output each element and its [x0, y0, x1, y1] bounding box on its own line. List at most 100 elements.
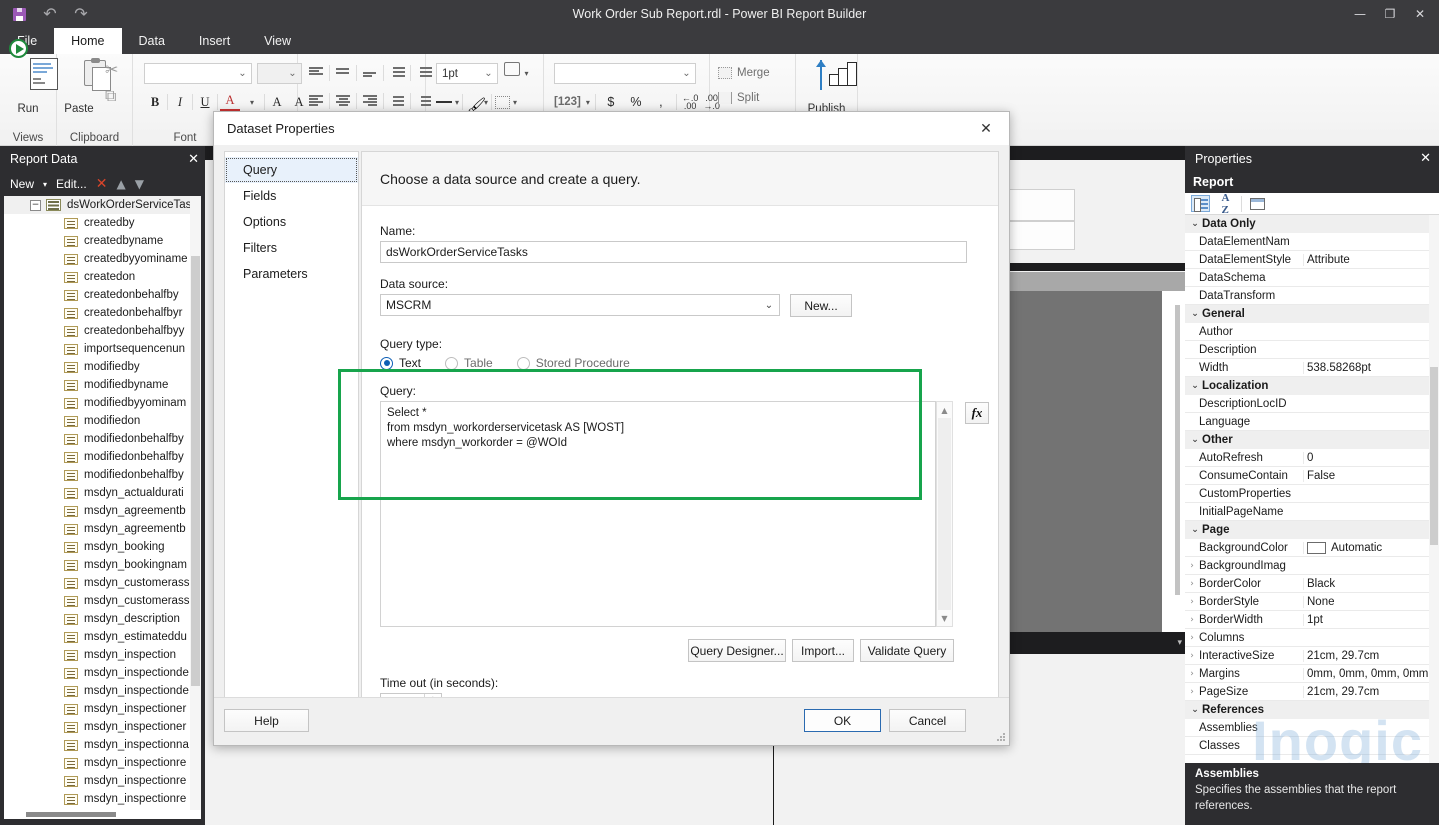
radio-table[interactable]: Table: [445, 356, 493, 370]
property-row[interactable]: DataSchema: [1185, 269, 1439, 287]
chevron-down-icon[interactable]: ▾: [242, 92, 262, 112]
tab-data[interactable]: Data: [122, 28, 182, 54]
close-icon[interactable]: ✕: [188, 152, 199, 167]
tab-view[interactable]: View: [247, 28, 308, 54]
ok-button[interactable]: OK: [804, 709, 881, 732]
close-button[interactable]: ✕: [1405, 0, 1435, 28]
field-item[interactable]: msdyn_inspectionde: [4, 664, 201, 682]
nav-item-filters[interactable]: Filters: [225, 235, 358, 261]
increase-decimal-button[interactable]: ←.0.00: [682, 94, 699, 111]
property-row[interactable]: › BorderStyle None: [1185, 593, 1439, 611]
close-icon[interactable]: ✕: [1420, 151, 1431, 166]
chevron-right-icon[interactable]: ›: [1185, 669, 1199, 679]
property-value[interactable]: 0mm, 0mm, 0mm, 0mm: [1303, 667, 1439, 680]
property-row[interactable]: CustomProperties: [1185, 485, 1439, 503]
property-row[interactable]: BackgroundColor Automatic: [1185, 539, 1439, 557]
field-item[interactable]: modifiedonbehalfby: [4, 448, 201, 466]
property-row[interactable]: Width 538.58268pt: [1185, 359, 1439, 377]
field-item[interactable]: msdyn_description: [4, 610, 201, 628]
field-item[interactable]: createdonbehalfby: [4, 286, 201, 304]
restore-button[interactable]: ❐: [1375, 0, 1405, 28]
publish-button[interactable]: Publish: [796, 58, 857, 115]
property-row[interactable]: › Columns: [1185, 629, 1439, 647]
new-datasource-button[interactable]: New...: [790, 294, 852, 317]
align-left-icon[interactable]: [306, 92, 326, 110]
property-row[interactable]: Author: [1185, 323, 1439, 341]
property-value[interactable]: Black: [1303, 577, 1439, 590]
align-center-icon[interactable]: [333, 92, 353, 110]
property-group-header[interactable]: ⌄ Data Only: [1185, 215, 1439, 233]
scroll-up-icon[interactable]: ▲: [937, 402, 952, 418]
field-item[interactable]: createdonbehalfbyr: [4, 304, 201, 322]
property-row[interactable]: DataElementStyle Attribute: [1185, 251, 1439, 269]
property-value[interactable]: 21cm, 29.7cm: [1303, 685, 1439, 698]
move-up-icon[interactable]: ▲: [116, 177, 125, 191]
field-item[interactable]: modifiedbyyominam: [4, 394, 201, 412]
property-group-header[interactable]: ⌄ Page: [1185, 521, 1439, 539]
property-value[interactable]: 1pt: [1303, 613, 1439, 626]
property-row[interactable]: ConsumeContain False: [1185, 467, 1439, 485]
property-row[interactable]: › BorderColor Black: [1185, 575, 1439, 593]
percent-button[interactable]: %: [626, 92, 646, 112]
field-item[interactable]: msdyn_inspectionre: [4, 754, 201, 772]
field-item[interactable]: modifiedonbehalfby: [4, 430, 201, 448]
field-item[interactable]: msdyn_agreementb: [4, 502, 201, 520]
dialog-close-icon[interactable]: ✕: [969, 114, 1003, 144]
scroll-thumb[interactable]: [191, 256, 200, 686]
field-item[interactable]: msdyn_inspectioner: [4, 700, 201, 718]
field-item[interactable]: msdyn_customerass: [4, 592, 201, 610]
cancel-button[interactable]: Cancel: [889, 709, 966, 732]
property-row[interactable]: DataElementNam: [1185, 233, 1439, 251]
currency-button[interactable]: $: [601, 92, 621, 112]
italic-button[interactable]: I: [170, 92, 190, 112]
expression-button[interactable]: fx: [965, 402, 989, 424]
alphabetical-view-button[interactable]: AZ: [1216, 192, 1235, 216]
properties-vscrollbar[interactable]: [1429, 215, 1439, 763]
property-row[interactable]: Language: [1185, 413, 1439, 431]
chevron-down-icon[interactable]: ▾: [1177, 638, 1182, 648]
align-middle-icon[interactable]: [333, 64, 353, 82]
property-pages-button[interactable]: [1248, 195, 1267, 212]
copy-button[interactable]: ⧉: [105, 86, 116, 106]
number-format-combo[interactable]: ⌄: [554, 63, 696, 84]
chevron-down-icon[interactable]: ▾: [513, 98, 517, 107]
nav-item-query[interactable]: Query: [225, 157, 358, 183]
field-item[interactable]: msdyn_bookingnam: [4, 556, 201, 574]
field-item[interactable]: msdyn_inspectionre: [4, 790, 201, 808]
radio-stored-procedure[interactable]: Stored Procedure: [516, 356, 630, 370]
field-item[interactable]: msdyn_booking: [4, 538, 201, 556]
scroll-thumb[interactable]: [1430, 367, 1438, 545]
scroll-track[interactable]: [938, 418, 951, 610]
report-data-tree[interactable]: − dsWorkOrderServiceTas createdby created…: [4, 196, 201, 811]
property-value[interactable]: 21cm, 29.7cm: [1303, 649, 1439, 662]
scroll-thumb[interactable]: [26, 812, 116, 817]
chevron-down-icon[interactable]: ▾: [484, 98, 488, 107]
property-value[interactable]: 0: [1303, 451, 1439, 464]
new-button[interactable]: New: [10, 177, 34, 191]
font-color-button[interactable]: A: [220, 92, 240, 112]
chevron-right-icon[interactable]: ›: [1185, 615, 1199, 625]
property-row[interactable]: › Margins 0mm, 0mm, 0mm, 0mm: [1185, 665, 1439, 683]
chevron-down-icon[interactable]: ⌄: [1188, 309, 1202, 319]
property-row[interactable]: › BorderWidth 1pt: [1185, 611, 1439, 629]
field-item[interactable]: modifiedonbehalfby: [4, 466, 201, 484]
borders-icon[interactable]: [495, 95, 511, 109]
field-item[interactable]: msdyn_estimateddu: [4, 628, 201, 646]
cut-button[interactable]: ✂: [105, 60, 118, 79]
property-value[interactable]: Attribute: [1303, 253, 1439, 266]
property-row[interactable]: Assemblies: [1185, 719, 1439, 737]
bullet-list-icon[interactable]: [387, 92, 407, 110]
split-button[interactable]: Split: [718, 87, 759, 109]
chevron-right-icon[interactable]: ›: [1185, 651, 1199, 661]
line-color-icon[interactable]: 🖌: [466, 96, 486, 115]
field-item[interactable]: msdyn_customerass: [4, 574, 201, 592]
chevron-down-icon[interactable]: ▾: [455, 98, 459, 107]
property-row[interactable]: DescriptionLocID: [1185, 395, 1439, 413]
radio-text[interactable]: Text: [380, 356, 421, 370]
field-item[interactable]: msdyn_agreementb: [4, 520, 201, 538]
field-item[interactable]: createdbyname: [4, 232, 201, 250]
chevron-right-icon[interactable]: ›: [1185, 561, 1199, 571]
canvas-textbox-1[interactable]: [1008, 189, 1075, 221]
categorized-view-button[interactable]: [1191, 195, 1210, 212]
chevron-down-icon[interactable]: ▾: [586, 98, 590, 107]
